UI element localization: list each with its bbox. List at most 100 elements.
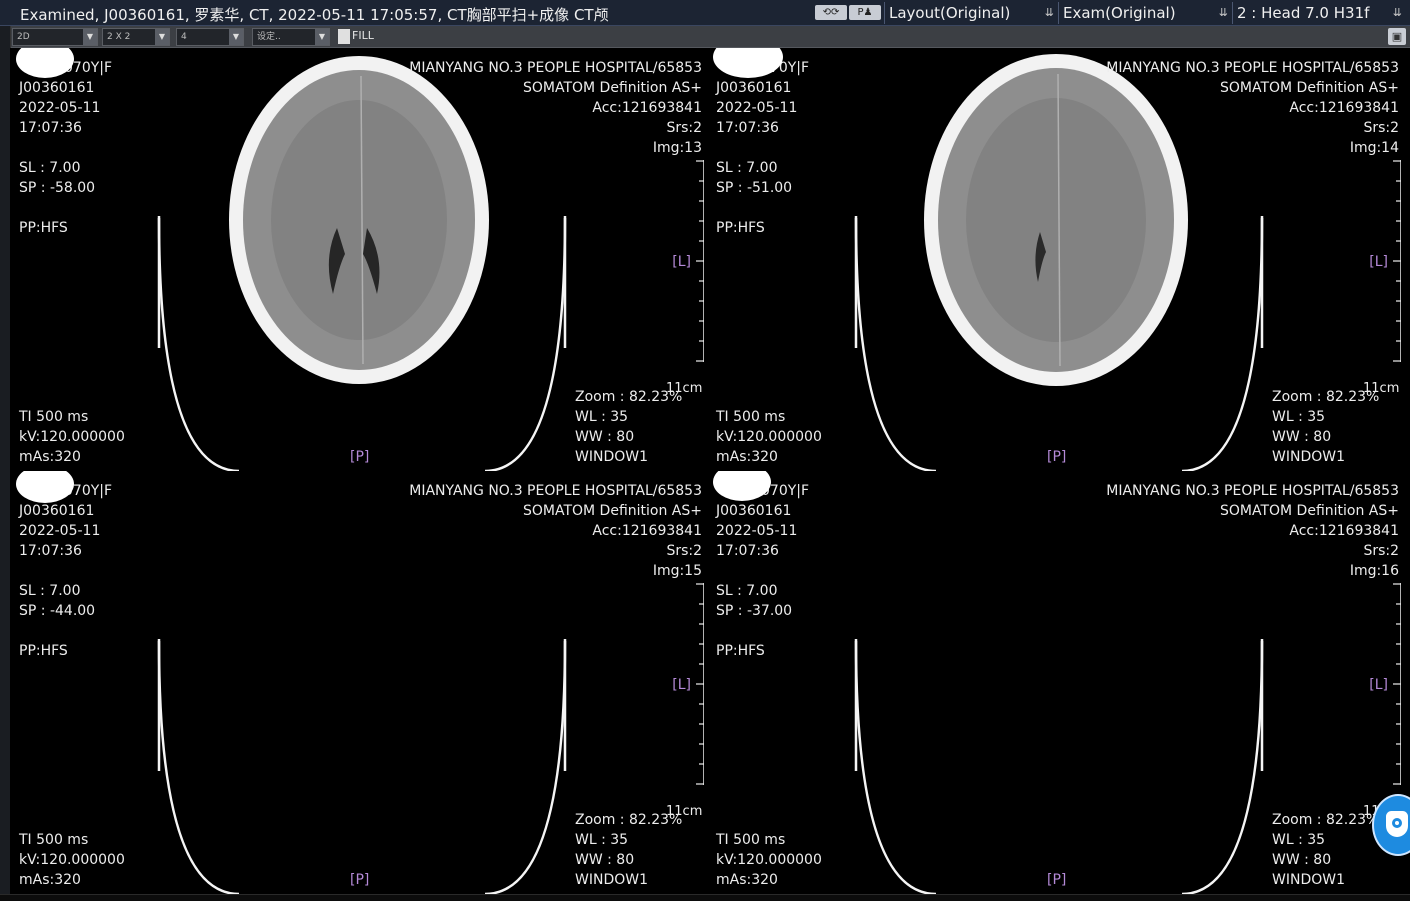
scale-ruler (696, 160, 704, 362)
image-number: Img:16 (1349, 563, 1399, 579)
study-time: 17:07:36 (716, 543, 779, 559)
window-preset: WINDOW1 (1272, 449, 1345, 465)
chevron-down-icon: ▼ (229, 29, 243, 45)
mode-select-value: 2D (17, 32, 30, 42)
slice-position: SP : -51.00 (716, 180, 793, 196)
image-number: Img:13 (652, 140, 702, 156)
exam-dropdown-value: Exam(Original) (1063, 4, 1176, 22)
title-tool-icons: ⟲⟳ P♟ (815, 5, 881, 21)
scale-ruler (696, 583, 704, 785)
window-level: WL : 35 (575, 409, 629, 425)
preset-select[interactable]: 设定.. ▼ (252, 28, 330, 46)
hospital-name: MIANYANG NO.3 PEOPLE HOSPITAL/65853 (409, 483, 702, 499)
kv-value: kV:120.000000 (19, 852, 125, 868)
camera-icon[interactable]: ▣ (1388, 28, 1406, 45)
grid-select-value: 2 X 2 (107, 32, 131, 42)
posterior-orientation-marker: [P] (1047, 449, 1067, 465)
chevron-down-icon: ⇊ (1044, 6, 1054, 19)
preset-select-value: 设定.. (257, 32, 281, 42)
series-dropdown[interactable]: 2 : Head 7.0 H31f ⇊ (1232, 2, 1406, 24)
series-number: Srs:2 (1363, 543, 1399, 559)
slice-position: SP : -37.00 (716, 603, 793, 619)
viewport-1[interactable]: 070Y|F J00360161 2022-05-11 17:07:36 SL … (10, 48, 707, 471)
patient-id: J00360161 (19, 80, 95, 96)
window-width: WW : 80 (575, 852, 635, 868)
slice-thickness: SL : 7.00 (716, 583, 778, 599)
mas-value: mAs:320 (19, 449, 81, 465)
exam-dropdown[interactable]: Exam(Original) ⇊ (1058, 2, 1232, 24)
viewport-4[interactable]: 070Y|F J00360161 2022-05-11 17:07:36 SL … (707, 471, 1404, 894)
chevron-down-icon: ⇊ (1392, 6, 1402, 19)
viewer-toolbar: 2D ▼ 2 X 2 ▼ 4 ▼ 设定.. ▼ FILL ▣ (10, 26, 1410, 48)
shield-mark (1392, 818, 1402, 828)
kv-value: kV:120.000000 (19, 429, 125, 445)
window-level: WL : 35 (1272, 832, 1326, 848)
title-bar: Examined, J00360161, 罗素华, CT, 2022-05-11… (0, 0, 1410, 26)
patient-position: PP:HFS (19, 643, 68, 659)
scan-time: TI 500 ms (19, 409, 89, 425)
accession-number: Acc:121693841 (1289, 523, 1399, 539)
layout-dropdown[interactable]: Layout(Original) ⇊ (884, 2, 1058, 24)
series-number: Srs:2 (666, 120, 702, 136)
patient-id: J00360161 (716, 503, 792, 519)
window-preset: WINDOW1 (575, 449, 648, 465)
window-title: Examined, J00360161, 罗素华, CT, 2022-05-11… (20, 6, 609, 24)
shield-inner (1386, 811, 1408, 837)
window-preset: WINDOW1 (1272, 872, 1345, 888)
link-icon[interactable]: ⟲⟳ (815, 5, 847, 20)
image-number: Img:14 (1349, 140, 1399, 156)
hospital-name: MIANYANG NO.3 PEOPLE HOSPITAL/65853 (409, 60, 702, 76)
study-date: 2022-05-11 (716, 523, 798, 539)
window-width: WW : 80 (1272, 852, 1332, 868)
scanner-model: SOMATOM Definition AS+ (1219, 503, 1399, 519)
count-select-value: 4 (181, 32, 187, 42)
accession-number: Acc:121693841 (592, 523, 702, 539)
study-date: 2022-05-11 (19, 100, 101, 116)
count-select[interactable]: 4 ▼ (176, 28, 244, 46)
slice-position: SP : -58.00 (19, 180, 96, 196)
fill-button[interactable] (338, 29, 350, 44)
viewport-3[interactable]: 070Y|F J00360161 2022-05-11 17:07:36 SL … (10, 471, 707, 894)
scanner-model: SOMATOM Definition AS+ (522, 503, 702, 519)
window-preset: WINDOW1 (575, 872, 648, 888)
scan-time: TI 500 ms (19, 832, 89, 848)
study-time: 17:07:36 (19, 543, 82, 559)
mas-value: mAs:320 (716, 872, 778, 888)
scale-label: 11cm (1363, 381, 1400, 396)
patient-id: J00360161 (19, 503, 95, 519)
study-time: 17:07:36 (19, 120, 82, 136)
window-width: WW : 80 (575, 429, 635, 445)
accession-number: Acc:121693841 (1289, 100, 1399, 116)
hospital-name: MIANYANG NO.3 PEOPLE HOSPITAL/65853 (1106, 483, 1399, 499)
slice-thickness: SL : 7.00 (716, 160, 778, 176)
slice-position: SP : -44.00 (19, 603, 96, 619)
scale-ruler (1393, 583, 1401, 785)
image-number: Img:15 (652, 563, 702, 579)
scanner-model: SOMATOM Definition AS+ (1219, 80, 1399, 96)
left-orientation-marker: [L] (672, 677, 691, 693)
slice-thickness: SL : 7.00 (19, 583, 81, 599)
left-orientation-marker: [L] (672, 254, 691, 270)
hospital-name: MIANYANG NO.3 PEOPLE HOSPITAL/65853 (1106, 60, 1399, 76)
mode-select[interactable]: 2D ▼ (12, 28, 98, 46)
series-number: Srs:2 (1363, 120, 1399, 136)
scan-time: TI 500 ms (716, 409, 786, 425)
grid-select[interactable]: 2 X 2 ▼ (102, 28, 170, 46)
slice-thickness: SL : 7.00 (19, 160, 81, 176)
study-date: 2022-05-11 (716, 100, 798, 116)
study-time: 17:07:36 (716, 120, 779, 136)
chevron-down-icon: ⇊ (1218, 6, 1228, 19)
left-orientation-marker: [L] (1369, 677, 1388, 693)
mas-value: mAs:320 (19, 872, 81, 888)
patient-icon[interactable]: P♟ (849, 5, 881, 20)
series-number: Srs:2 (666, 543, 702, 559)
fill-label: FILL (352, 29, 374, 42)
layout-dropdown-value: Layout(Original) (889, 4, 1011, 22)
viewport-2[interactable]: 070Y|F J00360161 2022-05-11 17:07:36 SL … (707, 48, 1404, 471)
patient-position: PP:HFS (19, 220, 68, 236)
accession-number: Acc:121693841 (592, 100, 702, 116)
chevron-down-icon: ▼ (155, 29, 169, 45)
mas-value: mAs:320 (716, 449, 778, 465)
series-dropdown-value: 2 : Head 7.0 H31f (1237, 4, 1370, 22)
window-level: WL : 35 (1272, 409, 1326, 425)
